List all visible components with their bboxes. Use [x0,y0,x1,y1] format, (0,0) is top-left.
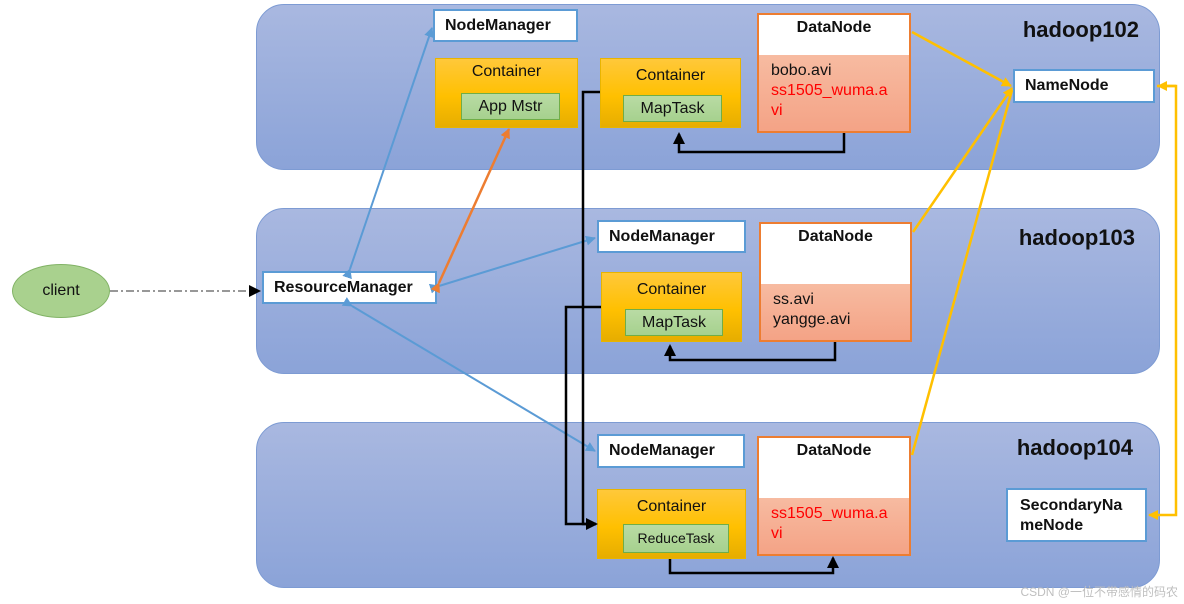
node-manager-hadoop102: NodeManager [433,9,578,42]
secondary-namenode-line: SecondaryNa [1020,497,1123,514]
file-entry: yangge.avi [773,311,851,328]
container-title: Container [636,281,707,298]
file-entry: ss.avi [773,291,814,308]
secondary-namenode-line: meNode [1020,517,1084,534]
datanode-hadoop104: DataNode ss1505_wuma.a vi [757,436,911,556]
container-maptask-hadoop102: Container MapTask [600,58,741,128]
datanode-title: DataNode [796,442,872,459]
client-label: client [42,282,80,299]
task-maptask: MapTask [623,95,722,122]
datanode-title: DataNode [798,228,873,245]
datanode-files: ss1505_wuma.a vi [759,498,909,554]
task-app-master: App Mstr [461,93,560,120]
datanode-hadoop102: DataNode bobo.avi ss1505_wuma.a vi [757,13,911,133]
host-title: hadoop102 [1022,17,1139,42]
host-title: hadoop103 [1018,225,1135,250]
datanode-files: ss.avi yangge.avi [761,284,910,340]
container-title: Container [636,498,707,515]
datanode-hadoop103: DataNode ss.avi yangge.avi [759,222,912,342]
secondary-namenode: SecondaryNa meNode [1006,488,1147,542]
file-entry: ss1505_wuma.a [771,82,888,99]
container-reducetask: Container ReduceTask [597,489,746,559]
client-node: client [12,264,110,318]
datanode-title: DataNode [796,19,872,36]
namenode: NameNode [1013,69,1155,103]
node-manager-hadoop104: NodeManager [597,434,745,468]
file-entry: vi [771,102,783,119]
host-title: hadoop104 [1016,435,1133,460]
node-manager-hadoop103: NodeManager [597,220,746,253]
file-entry: bobo.avi [771,62,832,79]
file-entry: vi [771,525,783,542]
container-title: Container [635,67,706,84]
file-entry: ss1505_wuma.a [771,505,888,522]
container-maptask-hadoop103: Container MapTask [601,272,742,342]
watermark: CSDN @一位不带感情的码农 [1020,585,1178,599]
resource-manager: ResourceManager [262,271,437,304]
task-maptask: MapTask [625,309,723,336]
container-app-master: Container App Mstr [435,58,578,128]
datanode-files: bobo.avi ss1505_wuma.a vi [759,55,909,131]
container-title: Container [471,63,542,80]
task-reducetask: ReduceTask [623,524,729,553]
